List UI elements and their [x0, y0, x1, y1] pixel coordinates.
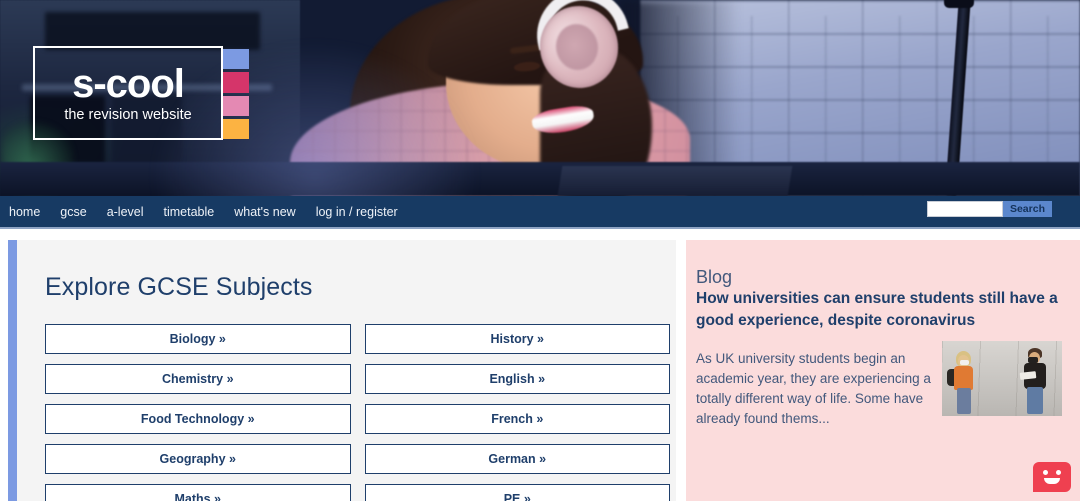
nav-bottom-divider — [0, 227, 1080, 229]
nav-link-list: home gcse a-level timetable what's new l… — [0, 205, 408, 219]
chat-icon-eye-left — [1043, 470, 1048, 475]
nav-item-home[interactable]: home — [9, 205, 50, 219]
nav-item-a-level[interactable]: a-level — [97, 205, 154, 219]
blog-panel: Blog How universities can ensure student… — [686, 240, 1080, 501]
main-navigation: home gcse a-level timetable what's new l… — [0, 196, 1080, 228]
search-button[interactable]: Search — [1002, 201, 1052, 217]
thumbnail-person-right-jeans — [1027, 387, 1043, 414]
hero-banner: s-cool the revision website — [0, 0, 1080, 196]
blog-post-thumbnail[interactable] — [942, 341, 1062, 416]
subject-button-biology[interactable]: Biology » — [45, 324, 351, 354]
thumbnail-person-left-mask — [960, 360, 969, 365]
subject-button-food-technology[interactable]: Food Technology » — [45, 404, 351, 434]
subjects-panel: Explore GCSE Subjects Biology » History … — [8, 240, 676, 501]
page-root: s-cool the revision website home gcse a-… — [0, 0, 1080, 501]
blog-post-excerpt: As UK university students begin an acade… — [696, 351, 931, 426]
subject-button-english[interactable]: English » — [364, 364, 670, 394]
search-input[interactable] — [926, 201, 1003, 217]
logo-frame: s-cool the revision website — [33, 46, 223, 140]
nav-item-login-register[interactable]: log in / register — [306, 205, 408, 219]
nav-item-timetable[interactable]: timetable — [154, 205, 225, 219]
logo-bar-crimson — [223, 72, 249, 93]
subject-button-french[interactable]: French » — [364, 404, 670, 434]
chat-smiley-icon[interactable] — [1033, 462, 1071, 492]
hero-lamp-knob — [944, 0, 974, 8]
logo-tagline: the revision website — [64, 106, 192, 123]
site-logo[interactable]: s-cool the revision website — [33, 46, 249, 140]
subject-button-geography[interactable]: Geography » — [45, 444, 351, 474]
logo-bar-orange — [223, 118, 249, 139]
subject-button-maths[interactable]: Maths » — [45, 484, 351, 501]
thumbnail-person-left-jacket — [954, 366, 973, 390]
subject-button-pe[interactable]: PE » — [364, 484, 670, 501]
hero-laptop — [557, 166, 793, 196]
logo-color-bars — [223, 49, 249, 139]
subject-button-chemistry[interactable]: Chemistry » — [45, 364, 351, 394]
blog-post-headline[interactable]: How universities can ensure students sti… — [696, 290, 1058, 329]
subject-button-grid: Biology » History » Chemistry » English … — [45, 324, 670, 501]
subject-button-german[interactable]: German » — [364, 444, 670, 474]
logo-bar-blue — [223, 49, 249, 70]
page-title: Explore GCSE Subjects — [45, 273, 313, 301]
subject-button-history[interactable]: History » — [364, 324, 670, 354]
nav-item-gcse[interactable]: gcse — [50, 205, 96, 219]
search-form: Search — [926, 201, 1052, 217]
logo-wordmark: s-cool — [72, 61, 185, 106]
chat-icon-smile — [1044, 478, 1060, 484]
logo-bar-pink — [223, 95, 249, 116]
chat-icon-eye-right — [1056, 470, 1061, 475]
nav-item-whats-new[interactable]: what's new — [224, 205, 305, 219]
thumbnail-person-left-jeans — [957, 388, 971, 414]
blog-section-label: Blog — [696, 267, 733, 287]
